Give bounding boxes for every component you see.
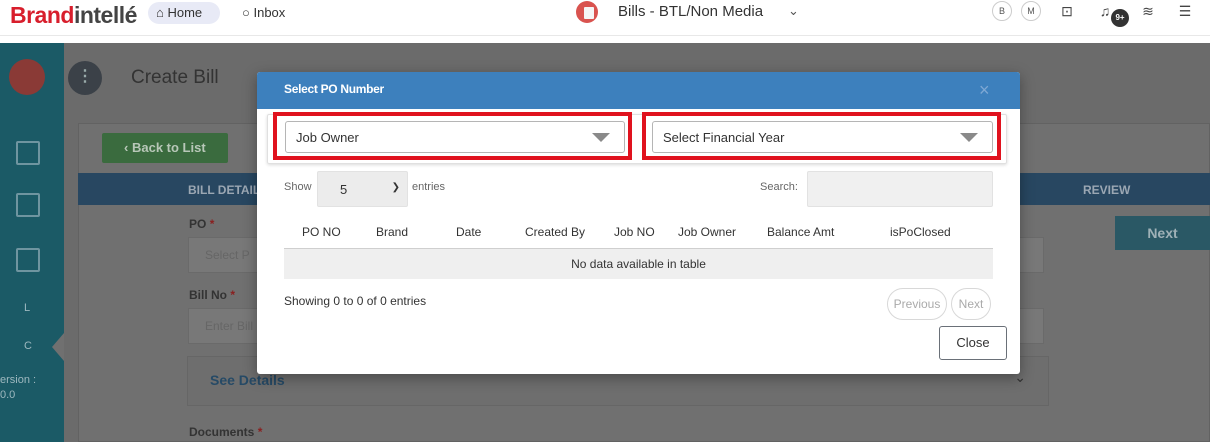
no-data-row: No data available in table (284, 249, 993, 279)
brand-part1: Brand (10, 2, 74, 28)
brand-logo[interactable]: Brandintellé (10, 2, 137, 29)
inbox-label: Inbox (253, 5, 286, 20)
col-job-no[interactable]: Job NO (614, 225, 655, 239)
bills-app-icon (576, 1, 598, 23)
app-title[interactable]: Bills - BTL/Non Media (618, 3, 763, 20)
sidebar: L C ersion : 0.0 (0, 43, 64, 442)
sidebar-letter-c[interactable]: C (24, 340, 32, 352)
next-page-button[interactable]: Next (951, 288, 991, 320)
home-label: Home (167, 5, 203, 20)
search-input[interactable] (807, 171, 993, 207)
next-button[interactable]: Next (1115, 216, 1210, 250)
po-label: PO * (189, 217, 215, 231)
col-job-owner[interactable]: Job Owner (678, 225, 736, 239)
col-created-by[interactable]: Created By (525, 225, 585, 239)
col-balance-amt[interactable]: Balance Amt (767, 225, 834, 239)
notification-badge: 9+ (1111, 9, 1129, 27)
version-line1: ersion : (0, 374, 37, 386)
sliders-icon[interactable] (16, 248, 40, 272)
back-label: Back to List (131, 140, 206, 155)
bill-no-label: Bill No * (189, 288, 236, 302)
home-nav[interactable]: ⌂ Home (148, 2, 220, 24)
dropdown-arrow-icon (960, 133, 978, 142)
col-date[interactable]: Date (456, 225, 481, 239)
col-brand[interactable]: Brand (376, 225, 408, 239)
see-details-label: See Details (210, 372, 285, 388)
page-title: Create Bill (131, 67, 219, 88)
inbox-nav[interactable]: ○ Inbox (242, 5, 285, 20)
layers-icon[interactable]: ≋ (1139, 2, 1157, 20)
chat-icon: ○ (242, 5, 250, 20)
step-review[interactable]: REVIEW (1083, 183, 1130, 197)
more-options-button[interactable]: ⋮ (68, 61, 102, 95)
table-header: PO NO Brand Date Created By Job NO Job O… (284, 222, 993, 249)
avatar-m[interactable]: M (1021, 1, 1041, 21)
app-logo-icon[interactable] (9, 59, 45, 95)
message-icon[interactable]: ⊡ (1058, 2, 1076, 20)
version-text: ersion : 0.0 (0, 373, 36, 403)
version-line2: 0.0 (0, 389, 16, 401)
checkbox-icon[interactable] (16, 193, 40, 217)
show-label: Show (284, 181, 312, 193)
search-label: Search: (760, 181, 798, 193)
col-is-po-closed[interactable]: isPoClosed (890, 225, 951, 239)
brand-part2: intellé (73, 2, 137, 28)
home-icon: ⌂ (156, 5, 164, 20)
entries-select[interactable]: 5 ❯ (317, 171, 408, 207)
modal-header: Select PO Number × (257, 72, 1020, 109)
database-icon[interactable]: ☰ (1176, 2, 1194, 20)
dropdown-arrow-icon (592, 133, 610, 142)
previous-button[interactable]: Previous (887, 288, 947, 320)
top-bar: Brandintellé ⌂ Home ○ Inbox Bills - BTL/… (0, 0, 1210, 36)
chevron-left-icon: ‹ (124, 140, 129, 155)
job-owner-select[interactable]: Job Owner (285, 121, 625, 153)
sidebar-letter-l[interactable]: L (24, 302, 30, 314)
avatar-b[interactable]: B (992, 1, 1012, 21)
col-po-no[interactable]: PO NO (302, 225, 341, 239)
chevron-down-icon: ❯ (391, 182, 400, 193)
close-button[interactable]: Close (939, 326, 1007, 360)
chevron-down-icon[interactable]: ⌄ (788, 3, 799, 19)
modal-title: Select PO Number (284, 82, 384, 96)
select-po-modal: Select PO Number × Job Owner Select Fina… (257, 72, 1020, 374)
clipboard-icon[interactable] (16, 141, 40, 165)
sidebar-pointer (52, 333, 64, 361)
close-icon[interactable]: × (979, 80, 990, 101)
financial-year-select[interactable]: Select Financial Year (652, 121, 993, 153)
back-to-list-button[interactable]: ‹ Back to List (102, 133, 228, 163)
documents-label: Documents * (189, 425, 263, 439)
entries-label: entries (412, 181, 446, 193)
showing-info: Showing 0 to 0 of 0 entries (284, 294, 427, 308)
